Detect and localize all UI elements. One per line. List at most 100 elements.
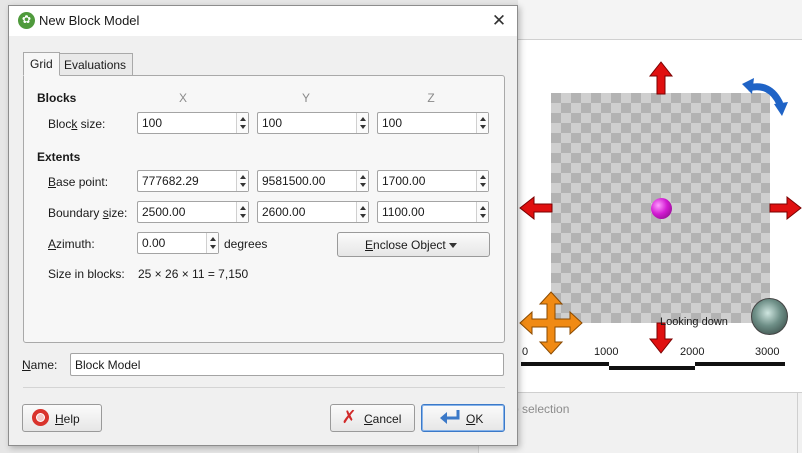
azimuth-stepper[interactable]: 0.00: [137, 232, 219, 254]
spin-up-icon[interactable]: [480, 175, 486, 179]
spin-down-icon[interactable]: [480, 183, 486, 187]
close-icon[interactable]: ✕: [487, 9, 511, 33]
spin-down-icon[interactable]: [360, 183, 366, 187]
stepper-value: 2500.00: [142, 205, 186, 219]
tab-evaluations[interactable]: Evaluations: [57, 53, 134, 76]
spin-down-icon[interactable]: [480, 125, 486, 129]
scale-bar-segment: [695, 362, 785, 366]
scale-label: 2000: [680, 346, 705, 358]
arrow-right-handle[interactable]: [769, 195, 802, 221]
stepper-value: 100: [382, 116, 403, 130]
cancel-x-icon: ✗: [341, 407, 357, 427]
name-label: Name:: [22, 358, 58, 372]
tab-grid[interactable]: Grid: [23, 52, 60, 76]
block-size-z-stepper[interactable]: 100: [377, 112, 489, 134]
scale-label: 3000: [755, 346, 780, 358]
stepper-value: 1100.00: [382, 205, 425, 219]
stepper-value: 2600.00: [262, 205, 306, 219]
stepper-value: 100: [262, 116, 283, 130]
blocks-heading: Blocks: [37, 91, 77, 105]
block-size-x-stepper[interactable]: 100: [137, 112, 249, 134]
azimuth-unit: degrees: [224, 237, 268, 251]
arrow-up-handle[interactable]: [648, 61, 674, 95]
axis-label-y: Y: [301, 91, 310, 105]
axis-label-z: Z: [427, 91, 435, 105]
tab-label: Grid: [30, 57, 53, 71]
stepper-value: 100: [142, 116, 163, 130]
stepper-value: 777682.29: [142, 174, 199, 188]
rotate-arrow-icon[interactable]: [742, 74, 790, 122]
footer-separator: [23, 387, 505, 388]
boundary-size-x-stepper[interactable]: 2500.00: [137, 201, 249, 223]
tab-label: Evaluations: [64, 58, 127, 72]
stepper-arrows[interactable]: [236, 171, 248, 191]
ok-enter-icon: [440, 410, 460, 424]
cancel-button-label: Cancel: [364, 412, 402, 426]
base-point-z-stepper[interactable]: 1700.00: [377, 170, 489, 192]
stepper-arrows[interactable]: [236, 202, 248, 222]
azimuth-label: Azimuth:: [48, 237, 95, 251]
spin-down-icon[interactable]: [360, 214, 366, 218]
spin-up-icon[interactable]: [360, 175, 366, 179]
center-sphere-handle[interactable]: [651, 198, 672, 219]
stepper-arrows[interactable]: [476, 202, 488, 222]
scale-label: 0: [522, 346, 529, 358]
dialog-title: New Block Model: [39, 13, 140, 28]
stepper-value: 1700.00: [382, 174, 426, 188]
move-arrows-icon[interactable]: [519, 291, 583, 355]
boundary-size-y-stepper[interactable]: 2600.00: [257, 201, 369, 223]
name-input-value: Block Model: [75, 358, 141, 372]
spin-up-icon[interactable]: [480, 117, 486, 121]
new-block-model-dialog: ✿ New Block Model ✕ Grid Evaluations Blo…: [8, 5, 518, 446]
spin-down-icon[interactable]: [240, 125, 246, 129]
boundary-size-z-stepper[interactable]: 1100.00: [377, 201, 489, 223]
spin-up-icon[interactable]: [240, 175, 246, 179]
spin-up-icon[interactable]: [240, 206, 246, 210]
spin-up-icon[interactable]: [210, 237, 216, 241]
spin-down-icon[interactable]: [240, 183, 246, 187]
selection-status: o selection: [512, 402, 570, 416]
spin-down-icon[interactable]: [480, 214, 486, 218]
stepper-arrows[interactable]: [476, 171, 488, 191]
stepper-arrows[interactable]: [476, 113, 488, 133]
help-lifebuoy-icon: [32, 409, 49, 426]
stepper-arrows[interactable]: [356, 202, 368, 222]
view-direction-label: Looking down: [660, 316, 728, 328]
enclose-object-button[interactable]: Enclose Object: [337, 232, 490, 257]
spin-up-icon[interactable]: [480, 206, 486, 210]
scale-bar-segment: [521, 362, 609, 366]
spin-up-icon[interactable]: [360, 206, 366, 210]
scale-bar-labels: 0 1000 2000 3000: [518, 346, 802, 360]
help-button[interactable]: Help: [22, 404, 102, 432]
stepper-value: 9581500.00: [262, 174, 326, 188]
spin-down-icon[interactable]: [210, 245, 216, 249]
base-point-label: Base point:: [48, 175, 109, 189]
ok-button-label: OK: [466, 412, 484, 426]
stepper-arrows[interactable]: [356, 113, 368, 133]
spin-down-icon[interactable]: [240, 214, 246, 218]
boundary-size-label: Boundary size:: [48, 206, 128, 220]
stepper-arrows[interactable]: [206, 233, 218, 253]
dialog-titlebar[interactable]: ✿ New Block Model ✕: [9, 6, 517, 36]
stepper-arrows[interactable]: [236, 113, 248, 133]
base-point-x-stepper[interactable]: 777682.29: [137, 170, 249, 192]
spin-up-icon[interactable]: [240, 117, 246, 121]
scene-toolbar: [518, 0, 802, 40]
arrow-left-handle[interactable]: [519, 195, 553, 221]
axis-label-x: X: [178, 91, 187, 105]
spin-down-icon[interactable]: [360, 125, 366, 129]
spin-up-icon[interactable]: [360, 117, 366, 121]
size-in-blocks-value: 25 × 26 × 11 = 7,150: [138, 267, 249, 281]
block-size-label: Block size:: [48, 117, 106, 131]
name-input[interactable]: Block Model: [70, 353, 504, 376]
scale-label: 1000: [594, 346, 619, 358]
enclose-object-label: Enclose Object: [365, 238, 446, 252]
scale-bar-segment: [609, 366, 695, 370]
base-point-y-stepper[interactable]: 9581500.00: [257, 170, 369, 192]
size-in-blocks-label: Size in blocks:: [48, 267, 125, 281]
cancel-button[interactable]: ✗ Cancel: [330, 404, 415, 432]
block-size-y-stepper[interactable]: 100: [257, 112, 369, 134]
globe-icon[interactable]: [751, 298, 788, 335]
ok-button[interactable]: OK: [421, 404, 505, 432]
stepper-arrows[interactable]: [356, 171, 368, 191]
